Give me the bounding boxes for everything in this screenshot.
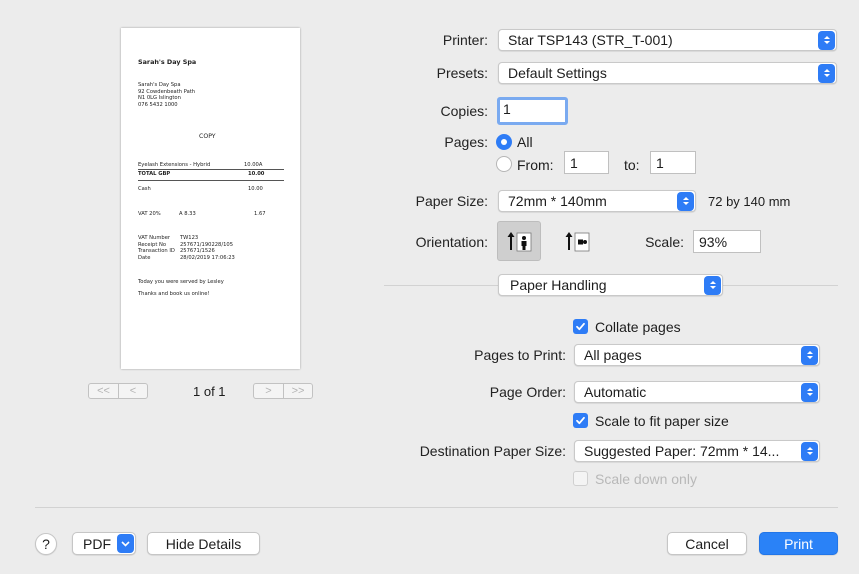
pages-range-radio[interactable] <box>496 156 512 172</box>
footer-divider <box>35 507 838 508</box>
receipt-item-name: Eyelash Extensions - Hybrid <box>138 162 211 168</box>
receipt-footer-line: Thanks and book us online! <box>138 291 210 297</box>
receipt-address-line: 076 5432 1000 <box>138 101 178 108</box>
pdf-label: PDF <box>83 535 111 552</box>
chevron-down-icon <box>117 534 134 553</box>
page-order-value: Automatic <box>584 384 647 400</box>
popup-arrows-icon <box>818 30 835 50</box>
page-indicator: 1 of 1 <box>193 384 226 399</box>
receipt-detail-value: 28/02/2019 17:06:23 <box>180 254 235 261</box>
scale-label: Scale: <box>645 234 684 250</box>
pages-to-label: to: <box>624 157 640 173</box>
presets-label: Presets: <box>436 65 488 81</box>
preview-nav-forward-group: > >> <box>253 383 313 399</box>
paper-size-popup[interactable]: 72mm * 140mm <box>498 190 696 212</box>
portrait-orientation-icon <box>507 232 532 252</box>
page-order-label: Page Order: <box>489 384 566 400</box>
receipt-divider <box>138 169 284 170</box>
receipt-total-value: 10.00 <box>248 171 265 177</box>
printer-value: Star TSP143 (STR_T-001) <box>508 32 673 48</box>
last-page-button[interactable]: >> <box>283 384 312 398</box>
receipt-vat-label: VAT 20% <box>138 211 161 217</box>
popup-arrows-icon <box>801 345 818 365</box>
receipt-title: Sarah's Day Spa <box>138 58 197 66</box>
pages-to-print-label: Pages to Print: <box>474 347 566 363</box>
receipt-vat-base: A 8.33 <box>179 211 196 217</box>
copies-label: Copies: <box>440 103 488 119</box>
popup-arrows-icon <box>801 382 818 402</box>
receipt-vat-value: 1.67 <box>254 211 266 217</box>
popup-arrows-icon <box>818 63 835 83</box>
scale-down-only-checkbox <box>573 471 588 486</box>
pages-all-label: All <box>517 134 533 150</box>
copies-field[interactable]: 1 <box>497 97 568 125</box>
pdf-menu-button[interactable]: PDF <box>72 532 136 555</box>
pages-to-field[interactable]: 1 <box>650 151 696 174</box>
orientation-label: Orientation: <box>415 234 488 250</box>
hide-details-button[interactable]: Hide Details <box>147 532 260 555</box>
presets-popup[interactable]: Default Settings <box>498 62 837 84</box>
collate-label: Collate pages <box>595 319 681 335</box>
section-value: Paper Handling <box>510 277 607 293</box>
destination-paper-size-popup[interactable]: Suggested Paper: 72mm * 14... <box>574 440 820 462</box>
destination-paper-size-label: Destination Paper Size: <box>419 443 566 459</box>
receipt-footer-line: Today you were served by Lesley <box>138 279 224 285</box>
scale-field[interactable]: 93% <box>693 230 761 253</box>
collate-checkbox[interactable] <box>573 319 588 334</box>
receipt-detail-label: Date <box>138 254 151 261</box>
popup-arrows-icon <box>677 191 694 211</box>
page-order-popup[interactable]: Automatic <box>574 381 820 403</box>
receipt-copy-label: COPY <box>199 133 216 140</box>
pages-label: Pages: <box>444 134 488 150</box>
destination-paper-size-value: Suggested Paper: 72mm * 14... <box>584 443 780 459</box>
pages-from-label: From: <box>517 157 554 173</box>
printer-popup[interactable]: Star TSP143 (STR_T-001) <box>498 29 837 51</box>
help-button[interactable]: ? <box>35 533 57 555</box>
receipt-cash-value: 10.00 <box>248 186 263 192</box>
pages-to-print-value: All pages <box>584 347 642 363</box>
checkmark-icon <box>576 322 585 331</box>
first-page-button[interactable]: << <box>89 384 118 398</box>
section-popup[interactable]: Paper Handling <box>498 274 723 296</box>
next-page-button[interactable]: > <box>254 384 283 398</box>
receipt-cash-label: Cash <box>138 186 151 192</box>
checkmark-icon <box>576 416 585 425</box>
paper-dimensions-text: 72 by 140 mm <box>708 194 791 209</box>
popup-arrows-icon <box>704 275 721 295</box>
printer-label: Printer: <box>442 32 488 48</box>
receipt-divider <box>138 180 284 181</box>
scale-down-only-label: Scale down only <box>595 471 697 487</box>
scale-to-fit-label: Scale to fit paper size <box>595 413 729 429</box>
landscape-orientation-icon <box>565 232 590 252</box>
preview-nav-back-group: << < <box>88 383 148 399</box>
pages-all-radio[interactable] <box>496 134 512 150</box>
presets-value: Default Settings <box>508 65 607 81</box>
popup-arrows-icon <box>801 441 818 461</box>
cancel-button[interactable]: Cancel <box>667 532 747 555</box>
print-button[interactable]: Print <box>759 532 838 555</box>
print-preview-page: Sarah's Day Spa Sarah's Day Spa 92 Cowde… <box>121 28 300 369</box>
orientation-portrait-button[interactable] <box>497 221 541 261</box>
paper-size-value: 72mm * 140mm <box>508 193 607 209</box>
scale-to-fit-checkbox[interactable] <box>573 413 588 428</box>
paper-size-label: Paper Size: <box>415 193 488 209</box>
orientation-landscape-button[interactable] <box>555 221 599 261</box>
previous-page-button[interactable]: < <box>118 384 147 398</box>
receipt-item-price: 10.00A <box>244 162 263 168</box>
pages-from-field[interactable]: 1 <box>564 151 609 174</box>
receipt-total-label: TOTAL GBP <box>138 171 171 177</box>
pages-to-print-popup[interactable]: All pages <box>574 344 820 366</box>
